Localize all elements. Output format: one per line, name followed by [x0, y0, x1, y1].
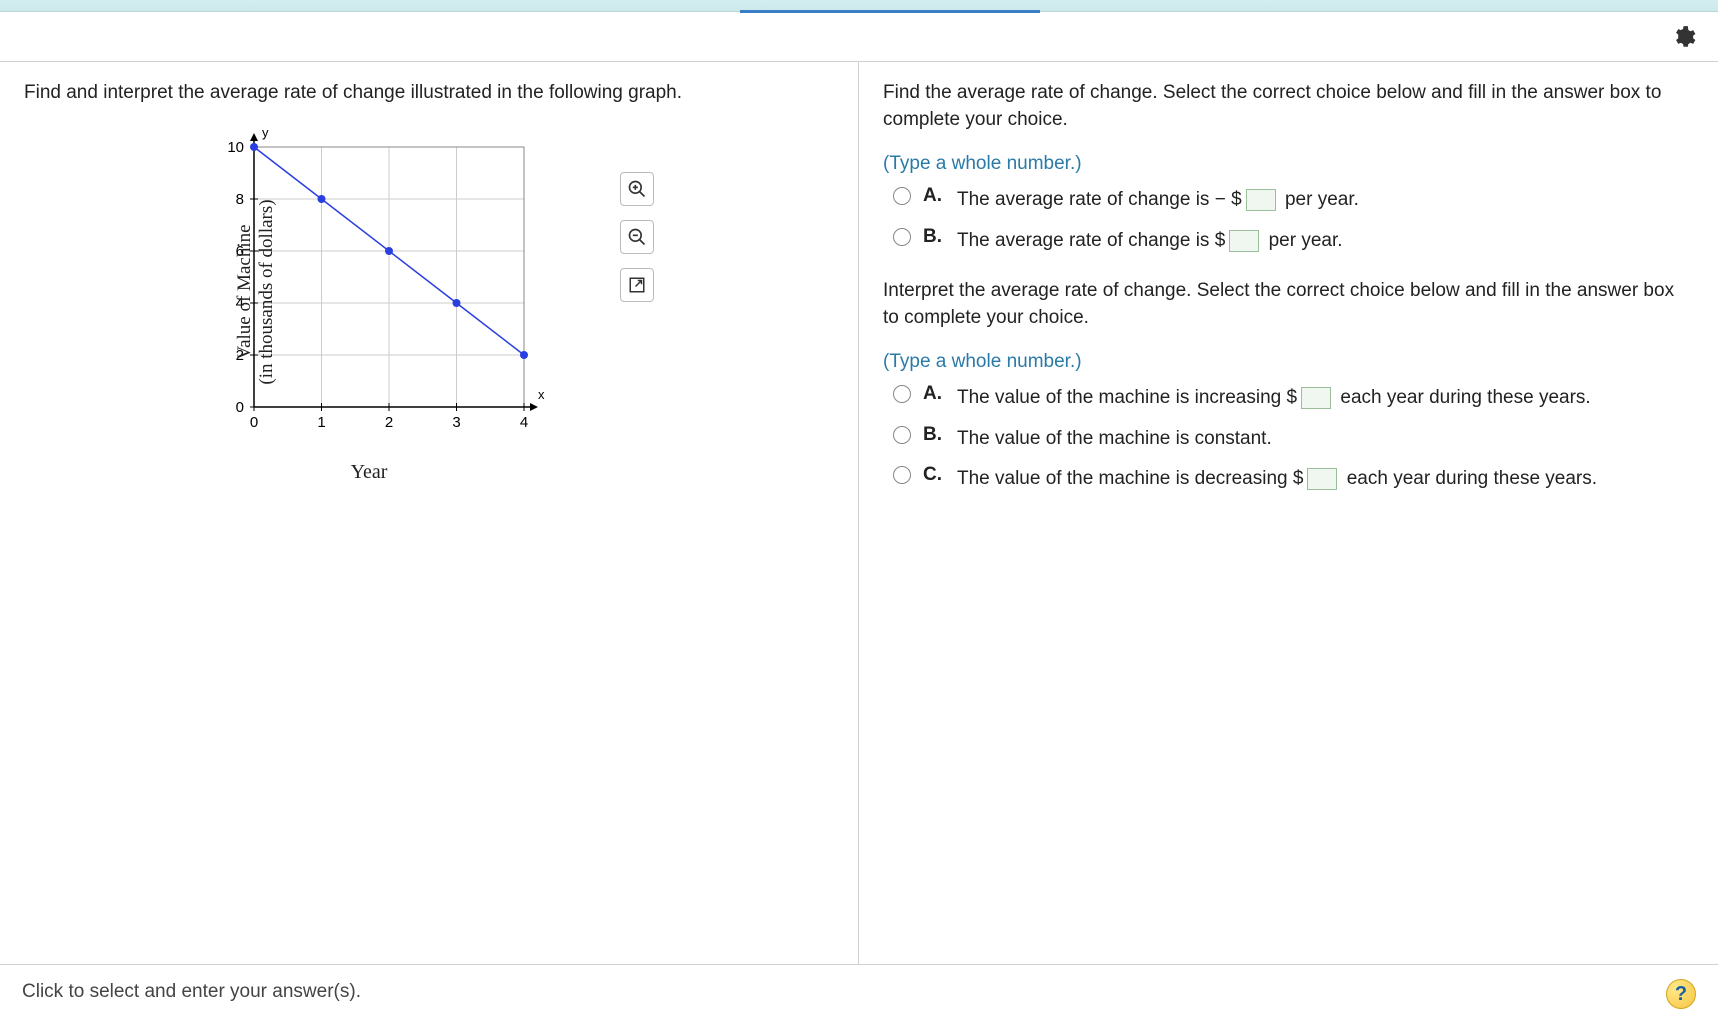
answer-input[interactable] — [1301, 387, 1331, 409]
radio-button[interactable] — [893, 466, 911, 484]
radio-button[interactable] — [893, 228, 911, 246]
zoom-in-icon[interactable] — [620, 172, 654, 206]
right-panel: Find the average rate of change. Select … — [859, 62, 1718, 964]
svg-text:1: 1 — [317, 414, 325, 431]
svg-text:10: 10 — [227, 139, 244, 156]
q2-choice-c: C. The value of the machine is decreasin… — [893, 464, 1688, 494]
choice-label: A. — [923, 185, 945, 207]
answer-input[interactable] — [1229, 230, 1259, 252]
x-axis-label: Year — [214, 461, 524, 484]
choice-text: The value of the machine is decreasing $… — [957, 464, 1597, 494]
radio-button[interactable] — [893, 426, 911, 444]
radio-button[interactable] — [893, 187, 911, 205]
choice-text: The value of the machine is increasing $… — [957, 383, 1591, 413]
q1-choice-b: B. The average rate of change is $ per y… — [893, 226, 1688, 256]
footer-text: Click to select and enter your answer(s)… — [22, 981, 361, 1002]
footer: Click to select and enter your answer(s)… — [0, 964, 1718, 1024]
svg-text:4: 4 — [520, 414, 528, 431]
choice-label: B. — [923, 424, 945, 446]
choice-label: B. — [923, 226, 945, 248]
svg-text:y: y — [262, 127, 269, 140]
zoom-out-icon[interactable] — [620, 220, 654, 254]
gear-icon[interactable] — [1670, 24, 1696, 56]
q1-choice-a: A. The average rate of change is − $ per… — [893, 185, 1688, 215]
question-text: Find and interpret the average rate of c… — [24, 80, 828, 107]
prompt-1: Find the average rate of change. Select … — [883, 80, 1688, 133]
svg-text:x: x — [538, 387, 545, 402]
choice-text: The average rate of change is − $ per ye… — [957, 185, 1359, 215]
y-axis-label: Value of Machine (in thousands of dollar… — [234, 167, 278, 417]
left-panel: Find and interpret the average rate of c… — [0, 62, 859, 964]
prompt-2: Interpret the average rate of change. Se… — [883, 278, 1688, 331]
choice-label: A. — [923, 383, 945, 405]
popout-icon[interactable] — [620, 268, 654, 302]
q2-choice-b: B. The value of the machine is constant. — [893, 424, 1688, 454]
toolbar-row — [0, 12, 1718, 62]
hint-1: (Type a whole number.) — [883, 153, 1688, 175]
chart-tools — [620, 172, 654, 302]
answer-input[interactable] — [1246, 189, 1276, 211]
main-area: Find and interpret the average rate of c… — [0, 62, 1718, 964]
answer-input[interactable] — [1307, 468, 1337, 490]
choice-text: The average rate of change is $ per year… — [957, 226, 1343, 256]
svg-text:2: 2 — [385, 414, 393, 431]
top-bar — [0, 0, 1718, 12]
svg-text:3: 3 — [452, 414, 460, 431]
hint-2: (Type a whole number.) — [883, 351, 1688, 373]
choice-text: The value of the machine is constant. — [957, 424, 1272, 454]
radio-button[interactable] — [893, 385, 911, 403]
choice-label: C. — [923, 464, 945, 486]
q2-choice-a: A. The value of the machine is increasin… — [893, 383, 1688, 413]
chart-container: Value of Machine (in thousands of dollar… — [194, 127, 828, 484]
help-icon[interactable]: ? — [1666, 979, 1696, 1009]
